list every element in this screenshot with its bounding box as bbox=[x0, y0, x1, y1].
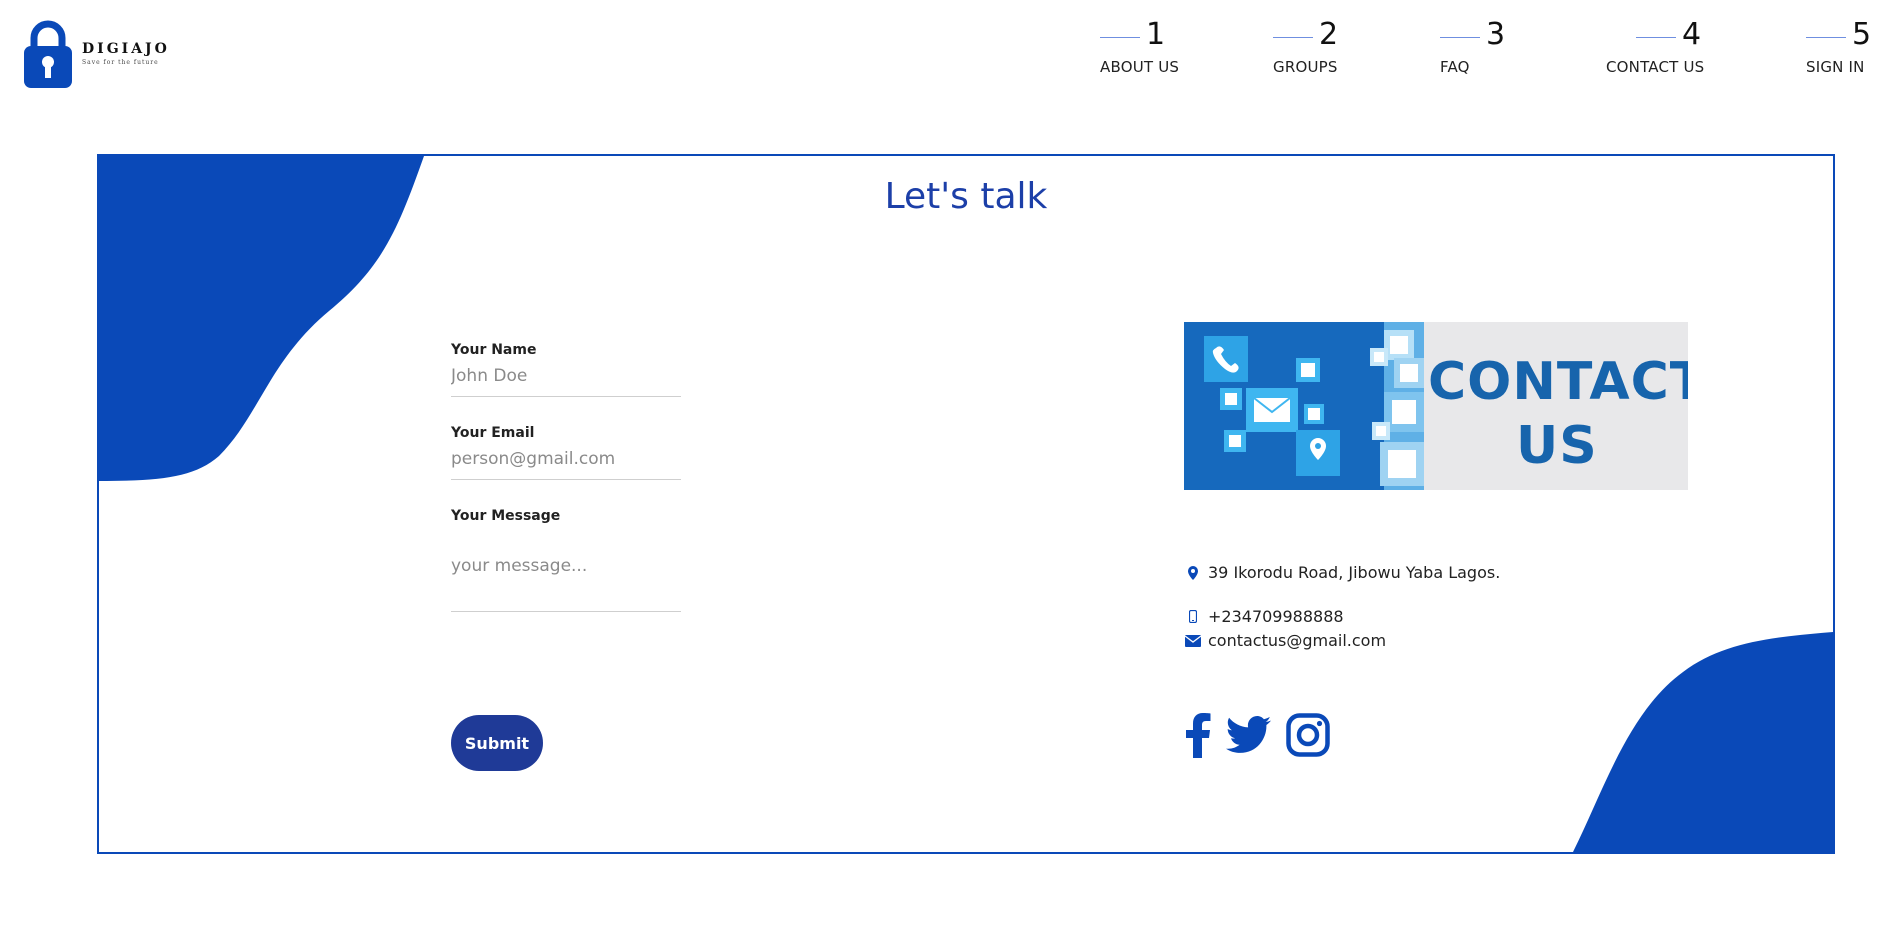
nav-label: GROUPS bbox=[1273, 58, 1338, 76]
nav-label: ABOUT US bbox=[1100, 58, 1180, 76]
nav-divider bbox=[1440, 36, 1480, 38]
address-row: 39 Ikorodu Road, Jibowu Yaba Lagos. bbox=[1184, 563, 1500, 582]
nav-label: CONTACT US bbox=[1606, 58, 1705, 76]
page-title: Let's talk bbox=[884, 176, 1048, 217]
map-pin-icon bbox=[1184, 565, 1202, 580]
banner-heading-line2: US bbox=[1516, 416, 1598, 476]
message-label: Your Message bbox=[451, 508, 561, 524]
nav-item-faq[interactable]: 3 FAQ bbox=[1440, 18, 1505, 76]
email-text: contactus@gmail.com bbox=[1208, 631, 1387, 650]
contact-card: Let's talk Your Name Your Email Your Mes… bbox=[97, 154, 1835, 854]
nav-divider bbox=[1636, 36, 1676, 38]
name-label: Your Name bbox=[451, 342, 537, 358]
submit-button[interactable]: Submit bbox=[451, 715, 543, 771]
contact-form: Your Name Your Email Your Message bbox=[451, 342, 681, 612]
email-input[interactable] bbox=[451, 441, 681, 480]
brand-logo[interactable]: DIGIAJO Save for the future bbox=[24, 18, 170, 88]
phone-row: +234709988888 bbox=[1184, 607, 1344, 626]
decorative-wave-bottom-right bbox=[1573, 632, 1833, 852]
brand-tagline: Save for the future bbox=[82, 58, 159, 66]
mobile-phone-icon bbox=[1184, 610, 1202, 623]
nav-number: 3 bbox=[1486, 17, 1506, 52]
nav-label: SIGN IN bbox=[1806, 58, 1865, 76]
nav-number: 2 bbox=[1319, 17, 1339, 52]
lock-icon bbox=[24, 20, 72, 88]
email-row: contactus@gmail.com bbox=[1184, 631, 1386, 650]
nav-item-contact-us[interactable]: 4 CONTACT US bbox=[1606, 17, 1705, 77]
envelope-icon bbox=[1184, 634, 1202, 647]
facebook-icon[interactable] bbox=[1184, 712, 1212, 762]
nav-label: FAQ bbox=[1440, 58, 1470, 76]
nav-item-groups[interactable]: 2 GROUPS bbox=[1273, 18, 1338, 76]
message-textarea[interactable] bbox=[451, 524, 681, 612]
social-links bbox=[1184, 712, 1344, 762]
address-text: 39 Ikorodu Road, Jibowu Yaba Lagos. bbox=[1208, 563, 1501, 582]
nav-number: 5 bbox=[1852, 17, 1872, 52]
banner-heading-line1: CONTACT bbox=[1428, 352, 1688, 412]
phone-text: +234709988888 bbox=[1208, 607, 1344, 626]
nav-number: 4 bbox=[1682, 17, 1702, 52]
name-input[interactable] bbox=[451, 358, 681, 397]
contact-us-banner: CONTACT US bbox=[1184, 322, 1688, 490]
twitter-icon[interactable] bbox=[1226, 716, 1272, 758]
nav-divider bbox=[1806, 36, 1846, 38]
nav-number: 1 bbox=[1146, 17, 1166, 52]
instagram-icon[interactable] bbox=[1286, 713, 1330, 761]
nav-divider bbox=[1273, 36, 1313, 38]
nav-item-sign-in[interactable]: 5 SIGN IN bbox=[1806, 18, 1871, 76]
nav-divider bbox=[1100, 36, 1140, 38]
brand-name: DIGIAJO bbox=[82, 40, 170, 57]
email-label: Your Email bbox=[451, 425, 535, 441]
nav-item-about-us[interactable]: 1 ABOUT US bbox=[1100, 18, 1179, 76]
